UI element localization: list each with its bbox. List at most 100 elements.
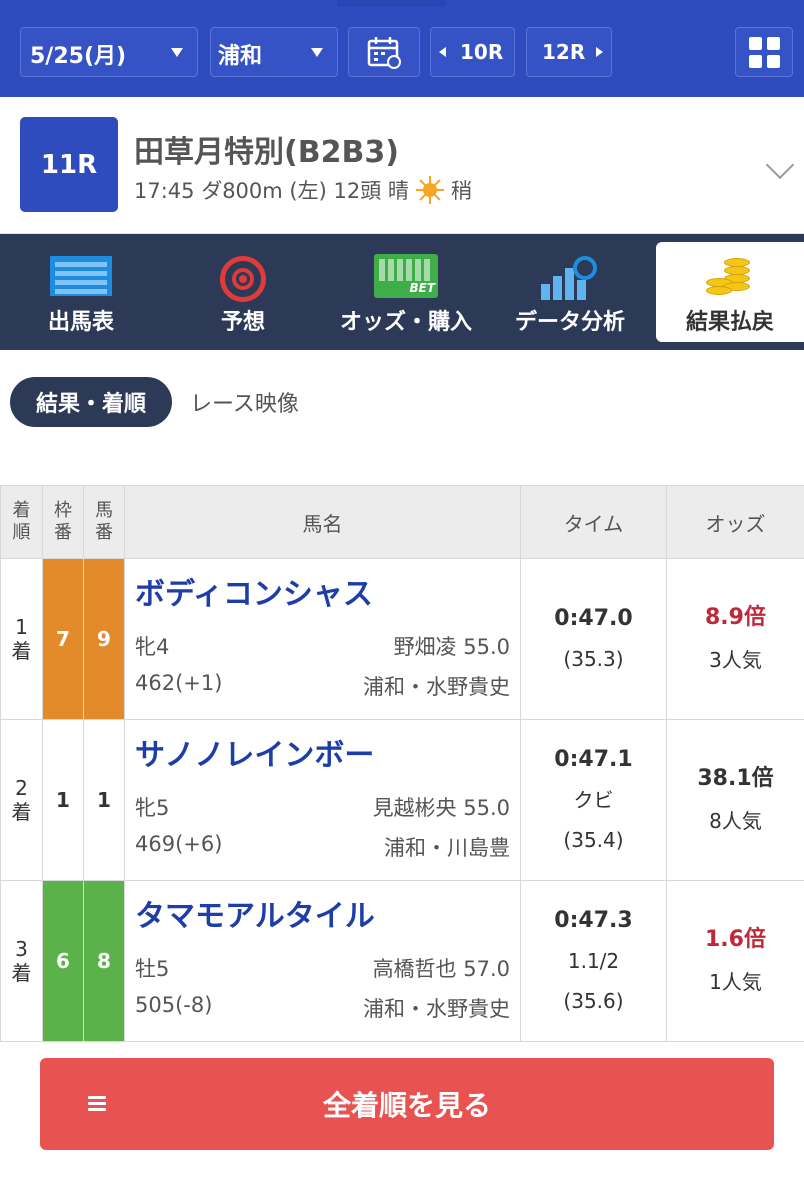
header-time: タイム — [520, 485, 667, 559]
horse-cell: ボディコンシャス 牝4 野畑凌 55.0 462(+1) 浦和・水野貴史 — [124, 558, 521, 720]
horse-name-link[interactable]: サノノレインボー — [135, 730, 374, 774]
frame-number: 1 — [42, 719, 84, 881]
jockey[interactable]: 見越彬央 55.0 — [373, 792, 510, 822]
arrow-left-icon — [439, 47, 446, 57]
odds-cell: 1.6倍 1人気 — [666, 880, 804, 1042]
results-table: 着 順 枠 番 馬 番 馬名 タイム オッズ 1 着 7 9 ボディコンシャス … — [0, 485, 804, 1042]
coins-icon — [702, 256, 758, 298]
frame-number: 6 — [42, 880, 84, 1042]
tab-entries-label: 出馬表 — [47, 310, 114, 335]
body-weight: 462(+1) — [135, 671, 223, 695]
horse-cell: サノノレインボー 牝5 見越彬央 55.0 469(+6) 浦和・川島豊 — [124, 719, 521, 881]
finish-time: 0:47.0 — [554, 606, 633, 631]
odds-cell: 8.9倍 3人気 — [666, 558, 804, 720]
sex-age: 牡5 — [135, 957, 170, 981]
target-icon — [220, 256, 266, 302]
jockey[interactable]: 野畑凌 55.0 — [394, 631, 510, 661]
last-3f: (35.4) — [563, 828, 624, 852]
table-row: 3 着 6 8 タマモアルタイル 牡5 高橋哲也 57.0 505(-8) 浦和・水… — [0, 880, 804, 1042]
odds-value: 1.6倍 — [705, 927, 766, 952]
table-row: 1 着 7 9 ボディコンシャス 牝4 野畑凌 55.0 462(+1) 浦和・水野… — [0, 558, 804, 720]
bet-ticket-icon: BET — [374, 254, 438, 298]
horse-name-link[interactable]: ボディコンシャス — [135, 569, 373, 613]
time-cell: 0:47.1 クビ (35.4) — [520, 719, 667, 881]
entries-table-icon — [50, 256, 112, 296]
header-odds: オッズ — [666, 485, 804, 559]
tab-results-label: 結果払戻 — [685, 310, 774, 335]
tab-entries[interactable]: 出馬表 — [0, 234, 162, 350]
rank-cell: 1 着 — [0, 558, 43, 720]
tab-odds-label: オッズ・購入 — [339, 310, 472, 335]
rank-cell: 2 着 — [0, 719, 43, 881]
popularity: 3人気 — [709, 648, 762, 672]
tab-prediction[interactable]: 予想 — [162, 234, 324, 350]
horse-number: 1 — [83, 719, 125, 881]
subtab-results[interactable]: 結果・着順 — [10, 377, 172, 427]
arrow-right-icon — [596, 47, 603, 57]
last-3f: (35.6) — [563, 989, 624, 1013]
race-number-badge: 11R — [20, 117, 118, 212]
odds-cell: 38.1倍 8人気 — [666, 719, 804, 881]
next-race-label: 12R — [542, 40, 586, 64]
tab-data-label: データ分析 — [514, 310, 625, 335]
finish-time: 0:47.1 — [554, 747, 633, 772]
menu-grid-button[interactable] — [735, 27, 793, 77]
race-info-text: 17:45 ダ800m (左) 12頭 晴 — [134, 179, 409, 203]
horse-cell: タマモアルタイル 牡5 高橋哲也 57.0 505(-8) 浦和・水野貴史 — [124, 880, 521, 1042]
frame-number: 7 — [42, 558, 84, 720]
subtab-race-video[interactable]: レース映像 — [190, 386, 299, 418]
trainer[interactable]: 浦和・水野貴史 — [363, 671, 510, 701]
prev-race-label: 10R — [460, 40, 504, 64]
table-row: 2 着 1 1 サノノレインボー 牝5 見越彬央 55.0 469(+6) 浦和・川… — [0, 719, 804, 881]
sex-age: 牝5 — [135, 796, 170, 820]
popularity: 8人気 — [709, 809, 762, 833]
trainer[interactable]: 浦和・水野貴史 — [363, 993, 510, 1023]
view-all-results-button[interactable]: 全着順を見る — [40, 1058, 774, 1150]
race-info: 17:45 ダ800m (左) 12頭 晴 稍 — [134, 175, 472, 205]
race-title: 田草月特別(B2B3) — [134, 135, 399, 170]
track-select[interactable]: 浦和 — [210, 27, 338, 77]
body-weight: 505(-8) — [135, 993, 213, 1017]
tab-results-payout[interactable]: 結果払戻 — [656, 242, 804, 342]
header-rank: 着 順 — [0, 485, 43, 559]
header-frame: 枠 番 — [42, 485, 84, 559]
margin: 1.1/2 — [567, 949, 620, 973]
grid-icon — [748, 36, 780, 68]
next-race-button[interactable]: 12R — [526, 27, 612, 77]
list-icon — [88, 1096, 106, 1114]
body-weight: 469(+6) — [135, 832, 223, 856]
rank-cell: 3 着 — [0, 880, 43, 1042]
table-header-row: 着 順 枠 番 馬 番 馬名 タイム オッズ — [0, 485, 804, 559]
tab-data-analysis[interactable]: データ分析 — [488, 234, 652, 350]
horse-number: 9 — [83, 558, 125, 720]
chevron-down-icon — [311, 48, 323, 57]
finish-time: 0:47.3 — [554, 908, 633, 933]
header-horse-no: 馬 番 — [83, 485, 125, 559]
calendar-icon — [367, 37, 401, 69]
trainer[interactable]: 浦和・川島豊 — [384, 832, 510, 862]
tab-odds-purchase[interactable]: BET オッズ・購入 — [324, 234, 488, 350]
chevron-down-icon[interactable] — [765, 150, 795, 180]
sun-icon — [415, 175, 445, 205]
time-cell: 0:47.3 1.1/2 (35.6) — [520, 880, 667, 1042]
jockey[interactable]: 高橋哲也 57.0 — [373, 953, 510, 983]
track-select-value: 浦和 — [218, 44, 263, 69]
horse-name-link[interactable]: タマモアルタイル — [135, 891, 375, 935]
track-condition: 稍 — [450, 179, 472, 203]
chevron-down-icon — [171, 48, 183, 57]
popularity: 1人気 — [709, 970, 762, 994]
odds-value: 8.9倍 — [705, 605, 766, 630]
time-cell: 0:47.0 (35.3) — [520, 558, 667, 720]
calendar-button[interactable] — [348, 27, 420, 77]
race-header[interactable]: 11R 田草月特別(B2B3) 17:45 ダ800m (左) 12頭 晴 稍 — [0, 97, 804, 234]
margin: クビ — [573, 788, 614, 812]
odds-value: 38.1倍 — [697, 766, 774, 791]
horse-number: 8 — [83, 880, 125, 1042]
header-horse-name: 馬名 — [124, 485, 521, 559]
tab-prediction-label: 予想 — [220, 310, 265, 335]
last-3f: (35.3) — [563, 647, 624, 671]
chart-magnifier-icon — [537, 256, 603, 300]
scroll-indicator — [337, 0, 446, 7]
prev-race-button[interactable]: 10R — [430, 27, 515, 77]
date-select[interactable]: 5/25(月) — [20, 27, 198, 77]
